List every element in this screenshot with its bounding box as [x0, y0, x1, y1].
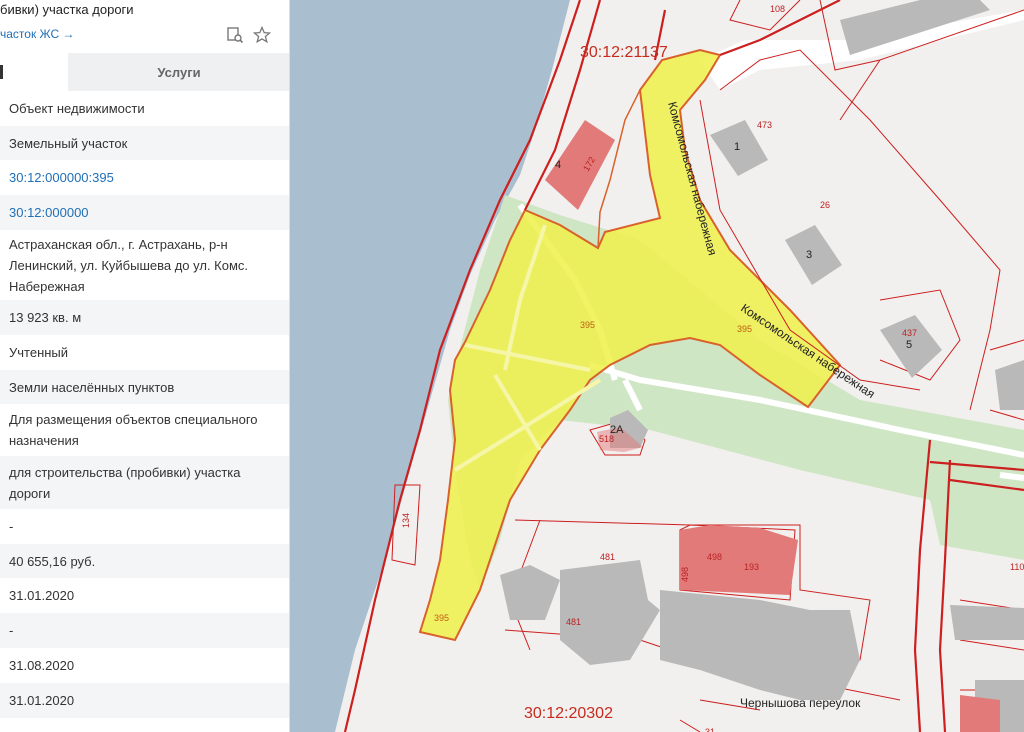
row-land-category: Земли населённых пунктов: [0, 370, 289, 404]
parcel-395-c: 395: [434, 613, 449, 623]
block-label-top: 30:12:21137: [580, 44, 668, 61]
building-1: 1: [734, 141, 740, 153]
search-document-icon[interactable]: [226, 26, 244, 44]
block-label-bottom: 30:12:20302: [524, 705, 613, 722]
parcel-395-a: 395: [580, 320, 595, 330]
row-object-type: Объект недвижимости: [9, 101, 145, 116]
row-date-3: 31.01.2020: [0, 683, 289, 718]
row-dash-1: -: [9, 519, 14, 534]
row-permitted-use: Для размещения объектов специального наз…: [9, 412, 258, 448]
parcel-481-a: 481: [600, 552, 615, 562]
parcel-481-b: 481: [566, 617, 581, 627]
building-3: 3: [806, 249, 812, 261]
parcel-134: 134: [401, 513, 411, 528]
parcel-193: 193: [744, 562, 759, 572]
parcel-110: 110: [1010, 562, 1024, 572]
parcel-498-b: 498: [680, 567, 690, 582]
parcel-31: 31: [705, 727, 715, 732]
row-status: Учтенный: [9, 345, 69, 360]
panel-header: бивки) участка дороги часток ЖС →: [0, 0, 289, 56]
parcel-473: 473: [757, 120, 772, 130]
cadastral-map[interactable]: 30:12:21137 30:12:20302 Комсомольская на…: [290, 0, 1024, 732]
info-panel: бивки) участка дороги часток ЖС → Услуги…: [0, 0, 290, 732]
tab-info[interactable]: [0, 53, 68, 91]
tab-services[interactable]: Услуги: [68, 53, 289, 91]
panel-tabs: Услуги: [0, 53, 289, 91]
row-object-kind: Земельный участок: [0, 126, 289, 160]
row-area: 13 923 кв. м: [0, 300, 289, 335]
row-cadastral-number[interactable]: 30:12:000000:395: [0, 160, 289, 195]
parcel-108: 108: [770, 4, 785, 14]
row-date-2: 31.08.2020: [9, 658, 75, 673]
parcel-437: 437: [902, 328, 917, 338]
row-address: Астраханская обл., г. Астрахань, р-н Лен…: [9, 236, 249, 294]
star-icon[interactable]: [252, 25, 272, 44]
building-4: 4: [555, 159, 561, 171]
panel-title: бивки) участка дороги: [0, 2, 134, 17]
map-canvas[interactable]: 30:12:21137 30:12:20302 Комсомольская на…: [290, 0, 1024, 732]
row-date-1: 31.01.2020: [9, 588, 75, 603]
row-use-by-document: для строительства (пробивки) участка дор…: [0, 456, 289, 509]
parcel-498-a: 498: [707, 552, 722, 562]
related-parcel-link[interactable]: часток ЖС →: [0, 27, 75, 41]
row-dash-2: -: [0, 613, 289, 648]
building-5: 5: [906, 339, 912, 351]
parcel-26: 26: [820, 200, 830, 210]
street-label-pereulok: Чернышова переулок: [740, 696, 861, 710]
parcel-395-b: 395: [737, 324, 752, 334]
building-2a: 2А: [610, 424, 624, 436]
row-cadastral-quarter[interactable]: 30:12:000000: [0, 195, 289, 230]
row-cadastral-value: 40 655,16 руб.: [0, 544, 289, 578]
